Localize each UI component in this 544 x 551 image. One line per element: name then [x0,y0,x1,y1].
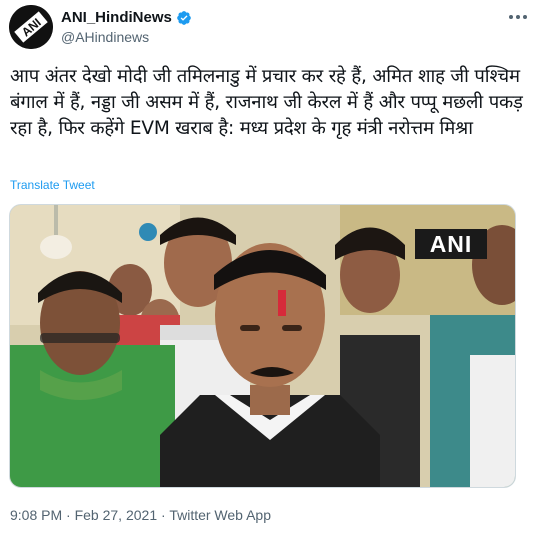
tweet-card: ANI ANI_HindiNews @AHindinews आप अंतर दे… [0,0,544,551]
ani-logo-icon: ANI [9,5,53,49]
author-display-name[interactable]: ANI_HindiNews [61,9,172,26]
more-dot-icon [516,15,520,19]
author-avatar[interactable]: ANI [9,5,53,49]
tweet-meta: 9:08 PM · Feb 27, 2021 · Twitter Web App [10,507,271,523]
more-dot-icon [523,15,527,19]
meta-separator: · [62,507,75,523]
author-name-row: ANI_HindiNews [61,9,192,26]
more-options-button[interactable] [506,8,530,26]
meta-separator: · [157,507,170,523]
tweet-source-link[interactable]: Twitter Web App [169,507,271,523]
tweet-text: आप अंतर देखो मोदी जी तमिलनाडु में प्रचार… [10,66,523,139]
translate-tweet-link[interactable]: Translate Tweet [10,178,95,192]
more-dot-icon [509,15,513,19]
verified-badge-icon [177,10,191,25]
ani-watermark: ANI [415,229,487,259]
author-handle[interactable]: @AHindinews [61,29,149,45]
tweet-date-link[interactable]: Feb 27, 2021 [75,507,158,523]
tweet-time-link[interactable]: 9:08 PM [10,507,62,523]
tweet-media-image[interactable]: ANI [9,204,516,488]
